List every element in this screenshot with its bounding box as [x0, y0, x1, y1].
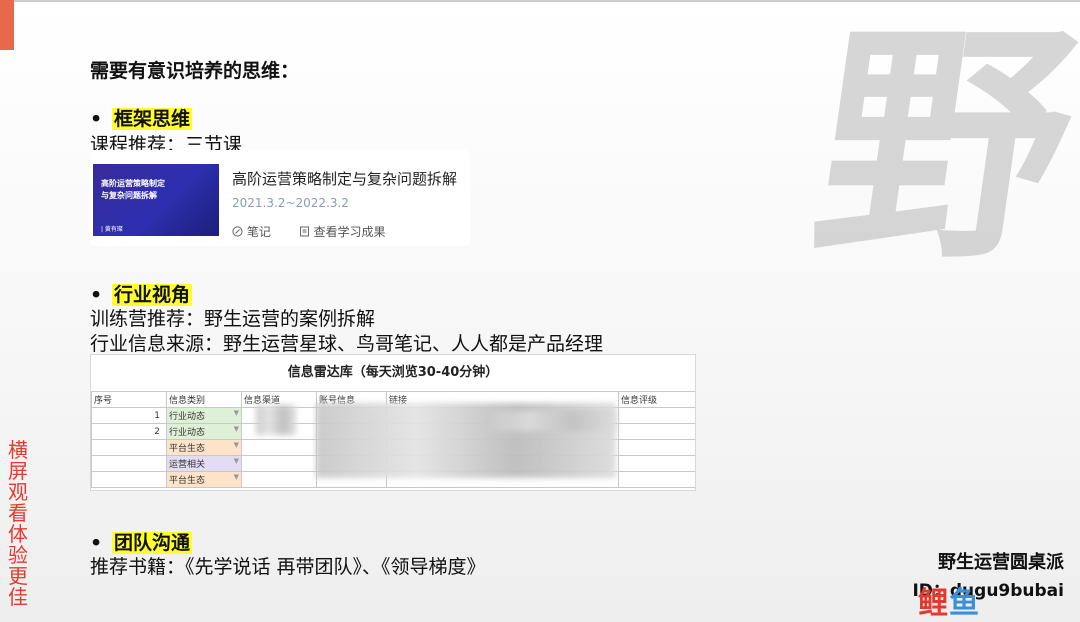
section-title-team: • 团队沟通	[90, 528, 193, 555]
bullet-dot: •	[90, 108, 103, 130]
redacted-blur	[486, 411, 616, 431]
bullet-dot: •	[90, 532, 103, 554]
category-label: 行业动态	[169, 428, 206, 438]
document-icon	[299, 226, 309, 237]
category-select[interactable]: 行业动态 ▼	[166, 407, 242, 424]
course-card[interactable]: 高阶运营策略制定 与复杂问题拆解 | 黄有璨 高阶运营策略制定与复杂问题拆解 2…	[90, 150, 470, 246]
thumb-line2: 与复杂问题拆解	[101, 191, 157, 200]
bootcamp-line: 训练营推荐：野生运营的案例拆解	[90, 308, 376, 330]
category-select[interactable]: 运营相关 ▼	[166, 455, 242, 472]
note-button[interactable]: 笔记	[232, 225, 287, 239]
course-thumbnail[interactable]: 高阶运营策略制定 与复杂问题拆解 | 黄有璨	[93, 164, 219, 236]
course-date: 2021.3.2~2022.3.2	[232, 196, 349, 210]
thumb-footer: | 黄有璨	[101, 226, 123, 233]
category-select[interactable]: 平台生态 ▼	[166, 439, 242, 456]
site-logo: 鲤鱼	[918, 578, 980, 622]
header-rating: 信息评级	[618, 391, 695, 408]
logo-part-red: 鲤	[918, 586, 949, 621]
row-index	[91, 455, 167, 472]
chevron-down-icon: ▼	[233, 457, 239, 465]
course-title[interactable]: 高阶运营策略制定与复杂问题拆解	[232, 168, 457, 189]
category-label: 运营相关	[169, 460, 206, 470]
highlighted-title: 行业视角	[112, 284, 193, 306]
info-source-line: 行业信息来源：野生运营星球、鸟哥笔记、人人都是产品经理	[90, 333, 604, 355]
highlighted-title: 框架思维	[112, 108, 193, 130]
header-index: 序号	[91, 391, 167, 408]
chevron-down-icon: ▼	[233, 409, 239, 417]
slide-heading: 需要有意识培养的思维：	[90, 60, 300, 82]
chevron-down-icon: ▼	[233, 425, 239, 433]
row-index: 1	[91, 407, 167, 424]
header-category: 信息类别	[166, 391, 242, 408]
logo-part-blue: 鱼	[949, 586, 980, 621]
landscape-tip: 横屏观看体验更佳	[8, 438, 28, 609]
accent-bar	[0, 0, 14, 50]
note-label: 笔记	[246, 225, 271, 239]
bullet-dot: •	[90, 284, 103, 306]
book-recommendation-line: 推荐书籍：《先学说话 再带团队》、《领导梯度》	[90, 556, 486, 578]
view-results-label: 查看学习成果	[313, 225, 386, 239]
redacted-blur	[256, 405, 296, 435]
chevron-down-icon: ▼	[233, 473, 239, 481]
section-title-framework: • 框架思维	[90, 104, 193, 131]
category-select[interactable]: 行业动态 ▼	[166, 423, 242, 440]
category-select[interactable]: 平台生态 ▼	[166, 471, 242, 488]
course-actions: 笔记 查看学习成果	[232, 223, 410, 240]
category-label: 行业动态	[169, 412, 206, 422]
table-title: 信息雷达库（每天浏览30-40分钟）	[91, 355, 695, 392]
note-icon	[232, 226, 243, 237]
watermark-character: 野	[799, 0, 1080, 292]
category-label: 平台生态	[169, 444, 206, 454]
chevron-down-icon: ▼	[233, 441, 239, 449]
thumb-line1: 高阶运营策略制定	[101, 179, 165, 188]
section-title-industry: • 行业视角	[90, 280, 193, 307]
highlighted-title: 团队沟通	[112, 532, 193, 554]
category-label: 平台生态	[169, 476, 206, 486]
info-radar-table: 信息雷达库（每天浏览30-40分钟） 序号 信息类别 信息渠道 账号信息 链接 …	[90, 354, 696, 491]
row-index	[91, 471, 167, 488]
row-index: 2	[91, 423, 167, 440]
view-results-button[interactable]: 查看学习成果	[299, 225, 398, 239]
brand-name: 野生运营圆桌派	[938, 552, 1064, 573]
row-index	[91, 439, 167, 456]
